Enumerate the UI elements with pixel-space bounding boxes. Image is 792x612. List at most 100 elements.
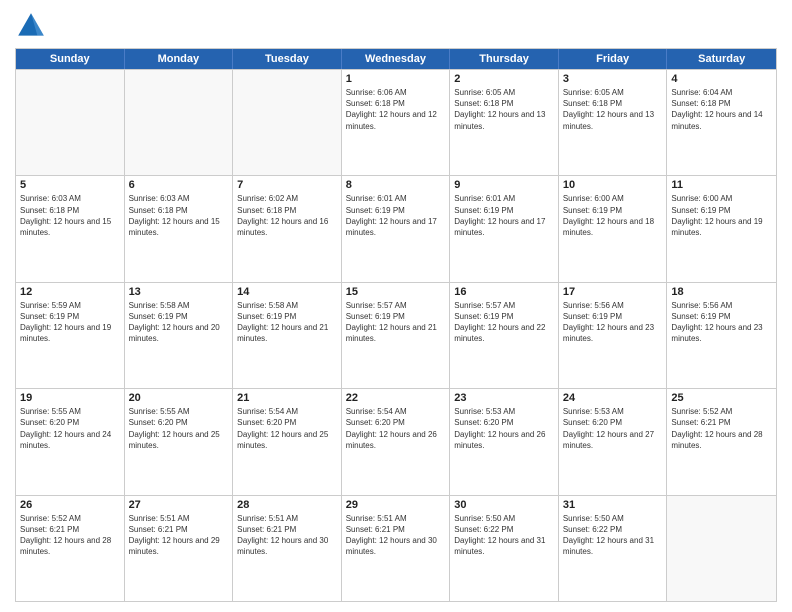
calendar-body: 1Sunrise: 6:06 AMSunset: 6:18 PMDaylight…: [16, 69, 776, 601]
day-cell-18: 18 Sunrise: 5:56 AMSunset: 6:19 PMDayligh…: [667, 283, 776, 388]
day-cell-17: 17Sunrise: 5:56 AMSunset: 6:19 PMDayligh…: [559, 283, 668, 388]
day-info: Sunrise: 6:05 AMSunset: 6:18 PMDaylight:…: [454, 87, 554, 132]
day-cell-26: 26 Sunrise: 5:52 AMSunset: 6:21 PMDayligh…: [16, 496, 125, 601]
day-info: Sunrise: 5:57 AMSunset: 6:19 PMDaylight:…: [454, 300, 554, 345]
day-cell-22: 22 Sunrise: 5:54 AMSunset: 6:20 PMDayligh…: [342, 389, 451, 494]
day-cell-27: 27 Sunrise: 5:51 AMSunset: 6:21 PMDayligh…: [125, 496, 234, 601]
day-number: 3: [563, 73, 663, 85]
day-cell-5: 5 Sunrise: 6:03 AMSunset: 6:18 PMDaylight…: [16, 176, 125, 281]
day-number: 18: [671, 286, 772, 298]
day-info: Sunrise: 6:00 AMSunset: 6:19 PMDaylight:…: [563, 193, 663, 238]
day-cell-24: 24Sunrise: 5:53 AMSunset: 6:20 PMDayligh…: [559, 389, 668, 494]
day-info: Sunrise: 5:51 AMSunset: 6:21 PMDaylight:…: [237, 513, 337, 558]
day-cell-31: 31Sunrise: 5:50 AMSunset: 6:22 PMDayligh…: [559, 496, 668, 601]
day-number: 16: [454, 286, 554, 298]
day-number: 29: [346, 499, 446, 511]
day-cell-12: 12Sunrise: 5:59 AMSunset: 6:19 PMDayligh…: [16, 283, 125, 388]
day-cell-13: 13 Sunrise: 5:58 AMSunset: 6:19 PMDayligh…: [125, 283, 234, 388]
day-info: Sunrise: 5:58 AMSunset: 6:19 PMDaylight:…: [237, 300, 337, 345]
day-number: 6: [129, 179, 229, 191]
calendar: SundayMondayTuesdayWednesdayThursdayFrid…: [15, 48, 777, 602]
day-number: 23: [454, 392, 554, 404]
header-day-thursday: Thursday: [450, 49, 559, 69]
calendar-row-5: 26 Sunrise: 5:52 AMSunset: 6:21 PMDayligh…: [16, 495, 776, 601]
day-number: 28: [237, 499, 337, 511]
day-number: 8: [346, 179, 446, 191]
calendar-row-3: 12Sunrise: 5:59 AMSunset: 6:19 PMDayligh…: [16, 282, 776, 388]
day-info: Sunrise: 5:54 AMSunset: 6:20 PMDaylight:…: [237, 406, 337, 451]
day-info: Sunrise: 5:58 AMSunset: 6:19 PMDaylight:…: [129, 300, 229, 345]
day-info: Sunrise: 5:56 AMSunset: 6:19 PMDaylight:…: [671, 300, 772, 345]
header-day-monday: Monday: [125, 49, 234, 69]
day-number: 19: [20, 392, 120, 404]
day-number: 14: [237, 286, 337, 298]
day-number: 27: [129, 499, 229, 511]
day-info: Sunrise: 6:01 AMSunset: 6:19 PMDaylight:…: [346, 193, 446, 238]
day-info: Sunrise: 5:53 AMSunset: 6:20 PMDaylight:…: [563, 406, 663, 451]
calendar-row-4: 19 Sunrise: 5:55 AMSunset: 6:20 PMDayligh…: [16, 388, 776, 494]
day-cell-25: 25Sunrise: 5:52 AMSunset: 6:21 PMDayligh…: [667, 389, 776, 494]
day-info: Sunrise: 5:51 AMSunset: 6:21 PMDaylight:…: [129, 513, 229, 558]
day-cell-28: 28 Sunrise: 5:51 AMSunset: 6:21 PMDayligh…: [233, 496, 342, 601]
day-info: Sunrise: 5:50 AMSunset: 6:22 PMDaylight:…: [563, 513, 663, 558]
day-info: Sunrise: 5:56 AMSunset: 6:19 PMDaylight:…: [563, 300, 663, 345]
day-info: Sunrise: 5:57 AMSunset: 6:19 PMDaylight:…: [346, 300, 446, 345]
day-cell-10: 10 Sunrise: 6:00 AMSunset: 6:19 PMDayligh…: [559, 176, 668, 281]
header-day-tuesday: Tuesday: [233, 49, 342, 69]
day-cell-3: 3 Sunrise: 6:05 AMSunset: 6:18 PMDaylight…: [559, 70, 668, 175]
day-info: Sunrise: 5:55 AMSunset: 6:20 PMDaylight:…: [129, 406, 229, 451]
header: [15, 10, 777, 42]
day-info: Sunrise: 5:53 AMSunset: 6:20 PMDaylight:…: [454, 406, 554, 451]
page: SundayMondayTuesdayWednesdayThursdayFrid…: [0, 0, 792, 612]
day-cell-2: 2 Sunrise: 6:05 AMSunset: 6:18 PMDaylight…: [450, 70, 559, 175]
calendar-row-1: 1Sunrise: 6:06 AMSunset: 6:18 PMDaylight…: [16, 69, 776, 175]
day-cell-4: 4 Sunrise: 6:04 AMSunset: 6:18 PMDaylight…: [667, 70, 776, 175]
day-info: Sunrise: 6:04 AMSunset: 6:18 PMDaylight:…: [671, 87, 772, 132]
day-number: 26: [20, 499, 120, 511]
day-number: 22: [346, 392, 446, 404]
day-info: Sunrise: 5:50 AMSunset: 6:22 PMDaylight:…: [454, 513, 554, 558]
day-info: Sunrise: 6:05 AMSunset: 6:18 PMDaylight:…: [563, 87, 663, 132]
day-info: Sunrise: 6:06 AMSunset: 6:18 PMDaylight:…: [346, 87, 446, 132]
day-info: Sunrise: 5:55 AMSunset: 6:20 PMDaylight:…: [20, 406, 120, 451]
day-number: 20: [129, 392, 229, 404]
day-cell-15: 15Sunrise: 5:57 AMSunset: 6:19 PMDayligh…: [342, 283, 451, 388]
day-number: 30: [454, 499, 554, 511]
empty-cell: [16, 70, 125, 175]
day-cell-21: 21 Sunrise: 5:54 AMSunset: 6:20 PMDayligh…: [233, 389, 342, 494]
day-number: 7: [237, 179, 337, 191]
empty-cell: [233, 70, 342, 175]
day-info: Sunrise: 5:52 AMSunset: 6:21 PMDaylight:…: [20, 513, 120, 558]
calendar-row-2: 5 Sunrise: 6:03 AMSunset: 6:18 PMDaylight…: [16, 175, 776, 281]
day-number: 2: [454, 73, 554, 85]
day-cell-8: 8 Sunrise: 6:01 AMSunset: 6:19 PMDaylight…: [342, 176, 451, 281]
logo-icon: [15, 10, 47, 42]
day-info: Sunrise: 5:54 AMSunset: 6:20 PMDaylight:…: [346, 406, 446, 451]
day-number: 13: [129, 286, 229, 298]
day-info: Sunrise: 6:00 AMSunset: 6:19 PMDaylight:…: [671, 193, 772, 238]
day-cell-11: 11Sunrise: 6:00 AMSunset: 6:19 PMDayligh…: [667, 176, 776, 281]
day-number: 12: [20, 286, 120, 298]
day-number: 21: [237, 392, 337, 404]
empty-cell: [125, 70, 234, 175]
day-number: 9: [454, 179, 554, 191]
day-number: 10: [563, 179, 663, 191]
empty-cell: [667, 496, 776, 601]
header-day-friday: Friday: [559, 49, 668, 69]
day-info: Sunrise: 5:51 AMSunset: 6:21 PMDaylight:…: [346, 513, 446, 558]
day-cell-30: 30 Sunrise: 5:50 AMSunset: 6:22 PMDayligh…: [450, 496, 559, 601]
day-info: Sunrise: 6:02 AMSunset: 6:18 PMDaylight:…: [237, 193, 337, 238]
header-day-wednesday: Wednesday: [342, 49, 451, 69]
day-info: Sunrise: 6:01 AMSunset: 6:19 PMDaylight:…: [454, 193, 554, 238]
day-cell-23: 23 Sunrise: 5:53 AMSunset: 6:20 PMDayligh…: [450, 389, 559, 494]
day-number: 25: [671, 392, 772, 404]
day-number: 5: [20, 179, 120, 191]
calendar-header: SundayMondayTuesdayWednesdayThursdayFrid…: [16, 49, 776, 69]
day-info: Sunrise: 6:03 AMSunset: 6:18 PMDaylight:…: [20, 193, 120, 238]
day-cell-20: 20 Sunrise: 5:55 AMSunset: 6:20 PMDayligh…: [125, 389, 234, 494]
day-info: Sunrise: 6:03 AMSunset: 6:18 PMDaylight:…: [129, 193, 229, 238]
logo: [15, 10, 51, 42]
day-cell-9: 9 Sunrise: 6:01 AMSunset: 6:19 PMDaylight…: [450, 176, 559, 281]
day-number: 4: [671, 73, 772, 85]
day-cell-29: 29 Sunrise: 5:51 AMSunset: 6:21 PMDayligh…: [342, 496, 451, 601]
